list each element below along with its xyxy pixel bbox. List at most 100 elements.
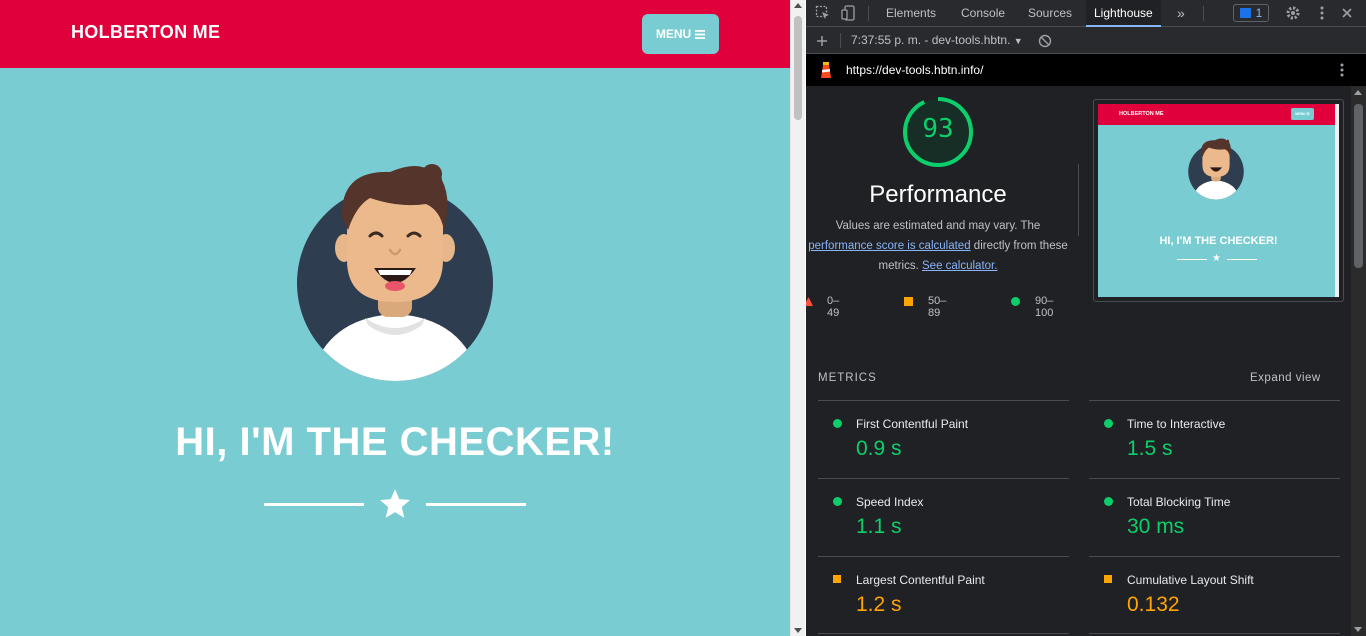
metric-speed-index: Speed Index 1.1 s <box>818 478 1069 556</box>
average-square-icon <box>1104 575 1112 583</box>
pass-circle-icon <box>833 497 842 506</box>
final-screenshot[interactable]: HOLBERTON ME MENU ☰ HI, I'M THE CHECKER!… <box>1093 99 1344 302</box>
tab-separator <box>1203 6 1204 21</box>
screenshot-image: HOLBERTON ME MENU ☰ HI, I'M THE CHECKER!… <box>1098 104 1339 297</box>
divider-line-left <box>264 503 364 506</box>
lighthouse-logo-icon <box>821 62 831 78</box>
more-tabs-icon[interactable]: » <box>1169 0 1193 27</box>
site-navbar: HOLBERTON ME MENU <box>0 0 790 68</box>
hamburger-icon <box>695 29 706 39</box>
see-calculator-link[interactable]: See calculator. <box>922 260 997 272</box>
tab-elements[interactable]: Elements <box>878 0 944 27</box>
tab-lighthouse[interactable]: Lighthouse <box>1086 0 1161 27</box>
performance-description: Values are estimated and may vary. The p… <box>806 216 1076 276</box>
score-calculated-link[interactable]: performance score is calculated <box>808 240 970 252</box>
thumb-avatar <box>1188 138 1244 200</box>
clear-reports-icon[interactable] <box>1037 33 1053 49</box>
metric-value: 0.132 <box>1127 593 1180 616</box>
legend-pass-label: 90–100 <box>1035 295 1054 319</box>
metric-divider <box>818 633 1069 634</box>
issues-icon <box>1239 8 1251 18</box>
report-select[interactable]: 7:37:55 p. m. - dev-tools.hbtn. ▼ <box>851 33 1023 47</box>
menu-label: MENU <box>655 27 692 41</box>
menu-button[interactable]: MENU <box>642 14 719 54</box>
metric-divider <box>1089 633 1340 634</box>
report-scroll-thumb[interactable] <box>1354 104 1363 268</box>
metric-label: Total Blocking Time <box>1127 495 1231 509</box>
new-report-plus-icon[interactable] <box>814 33 830 49</box>
lighthouse-toolbar: 7:37:55 p. m. - dev-tools.hbtn. ▼ <box>806 27 1366 54</box>
legend-average-label: 50–89 <box>928 295 947 319</box>
metric-label: Largest Contentful Paint <box>856 573 985 587</box>
page-scroll-thumb[interactable] <box>794 16 802 120</box>
settings-gear-icon[interactable] <box>1285 5 1301 21</box>
star-icon <box>379 489 411 518</box>
page-scrollbar[interactable] <box>790 0 805 636</box>
report-scrollbar[interactable] <box>1351 86 1366 636</box>
category-title: Performance <box>869 181 1007 208</box>
thumb-brand: HOLBERTON ME <box>1119 111 1164 117</box>
scroll-down-arrow-icon[interactable] <box>1354 627 1362 632</box>
hero-title: HI, I'M THE CHECKER! <box>175 420 615 464</box>
metric-value: 1.1 s <box>856 515 902 538</box>
metric-first-contentful-paint: First Contentful Paint 0.9 s <box>818 400 1069 478</box>
devtools-panel: Elements Console Sources Lighthouse » 1 … <box>806 0 1366 636</box>
issues-count: 1 <box>1255 6 1263 20</box>
expand-view-toggle[interactable]: Expand view <box>1250 372 1321 384</box>
average-square-icon <box>833 575 841 583</box>
close-devtools-icon[interactable] <box>1339 5 1355 21</box>
pass-circle-icon <box>1011 297 1020 306</box>
thumb-menu: MENU ☰ <box>1291 108 1314 120</box>
thumb-star-icon: ★ <box>1212 253 1221 264</box>
scroll-up-arrow-icon[interactable] <box>1354 90 1362 95</box>
thumb-line-left <box>1177 259 1207 260</box>
toolbar-separator <box>840 33 841 48</box>
performance-score: 93 <box>922 114 954 144</box>
metric-label: Speed Index <box>856 495 924 509</box>
site-brand[interactable]: HOLBERTON ME <box>71 22 220 43</box>
report-url[interactable]: https://dev-tools.hbtn.info/ <box>846 63 983 77</box>
average-square-icon <box>904 297 913 306</box>
desc-text-1: Values are estimated and may vary. The <box>835 220 1041 232</box>
thumb-scrollbar <box>1335 104 1339 297</box>
metric-total-blocking-time: Total Blocking Time 30 ms <box>1089 478 1340 556</box>
thumb-navbar: HOLBERTON ME MENU ☰ <box>1098 104 1339 125</box>
metric-time-to-interactive: Time to Interactive 1.5 s <box>1089 400 1340 478</box>
inspect-element-icon[interactable] <box>815 5 831 21</box>
report-select-value: 7:37:55 p. m. - dev-tools.hbtn. <box>851 33 1011 47</box>
metric-largest-contentful-paint: Largest Contentful Paint 1.2 s <box>818 556 1069 634</box>
metric-value: 1.5 s <box>1127 437 1173 460</box>
tab-console[interactable]: Console <box>953 0 1013 27</box>
pass-circle-icon <box>833 419 842 428</box>
score-divider <box>1078 164 1079 236</box>
avatar-illustration <box>297 164 493 381</box>
legend-fail-label: 0–49 <box>827 295 840 319</box>
metric-label: First Contentful Paint <box>856 417 969 431</box>
metric-label: Cumulative Layout Shift <box>1127 573 1254 587</box>
page-viewport: HOLBERTON ME MENU HI, I'M THE CHECKER! <box>0 0 790 636</box>
issues-badge[interactable]: 1 <box>1233 4 1269 22</box>
fail-triangle-icon <box>806 297 813 306</box>
lighthouse-report: 93 Performance Values are estimated and … <box>806 86 1351 636</box>
metric-label: Time to Interactive <box>1127 417 1226 431</box>
pass-circle-icon <box>1104 419 1113 428</box>
more-options-icon[interactable] <box>1314 5 1330 21</box>
metric-value: 0.9 s <box>856 437 902 460</box>
metrics-heading: METRICS <box>818 372 877 384</box>
devtools-tabbar: Elements Console Sources Lighthouse » 1 <box>806 0 1366 27</box>
divider-line-right <box>426 503 526 506</box>
scroll-down-arrow-icon[interactable] <box>794 628 802 633</box>
pass-circle-icon <box>1104 497 1113 506</box>
metric-value: 30 ms <box>1127 515 1185 538</box>
thumb-title: HI, I'M THE CHECKER! <box>1159 235 1278 247</box>
scroll-up-arrow-icon[interactable] <box>794 3 802 8</box>
tab-separator <box>868 6 869 21</box>
metric-value: 1.2 s <box>856 593 902 616</box>
dropdown-arrow-icon: ▼ <box>1013 36 1023 46</box>
tab-sources[interactable]: Sources <box>1020 0 1080 27</box>
device-toolbar-icon[interactable] <box>841 5 857 21</box>
thumb-line-right <box>1227 259 1257 260</box>
metric-cumulative-layout-shift: Cumulative Layout Shift 0.132 <box>1089 556 1340 634</box>
report-url-bar: https://dev-tools.hbtn.info/ <box>806 54 1366 86</box>
report-menu-icon[interactable] <box>1334 62 1350 78</box>
